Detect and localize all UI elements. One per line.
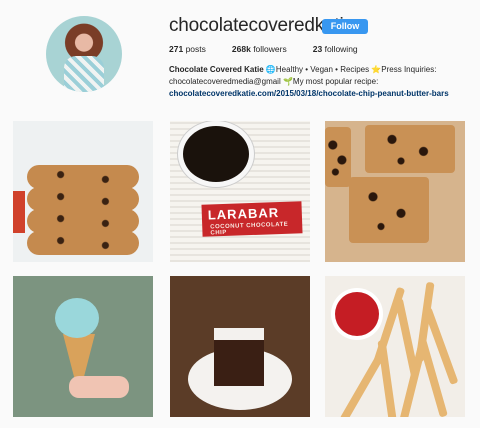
following-count: 23	[312, 44, 323, 54]
posts-stat: 271 posts	[169, 44, 206, 54]
posts-label: posts	[185, 44, 206, 54]
larabar-brand: LARABAR	[207, 205, 280, 223]
red-plate-shape	[13, 191, 25, 233]
avatar-dress-shape	[64, 56, 104, 92]
post-blondie-bars[interactable]	[325, 121, 465, 262]
cookie-shape	[27, 165, 139, 189]
post-fries-ketchup[interactable]	[325, 276, 465, 417]
followers-stat[interactable]: 268k followers	[232, 44, 287, 54]
post-cookie-stack[interactable]	[13, 121, 153, 262]
post-ice-cream[interactable]	[13, 276, 153, 417]
cookie-shape	[27, 187, 139, 211]
bio-line-1: Chocolate Covered Katie 🌐Healthy • Vegan…	[169, 64, 474, 76]
larabar-wrapper: LARABAR COCONUT CHOCOLATE CHIP	[201, 201, 303, 237]
following-stat[interactable]: 23 following	[313, 44, 358, 54]
bio-link[interactable]: chocolatecoveredkatie.com/2015/03/18/cho…	[169, 88, 474, 100]
bio-line-2: chocolatecoveredmedia@gmail 🌱My most pop…	[169, 77, 379, 86]
following-label: following	[324, 44, 358, 54]
scoop-shape	[55, 298, 99, 338]
blondie-bar-shape	[349, 177, 429, 243]
post-coffee-larabar[interactable]: LARABAR COCONUT CHOCOLATE CHIP	[170, 121, 310, 262]
fry-shape	[377, 339, 397, 417]
follow-button[interactable]: Follow	[322, 19, 368, 34]
blondie-bar-shape	[365, 125, 455, 173]
bio-name: Chocolate Covered Katie	[169, 65, 264, 74]
cookie-shape	[27, 209, 139, 233]
post-chocolate-cake[interactable]	[170, 276, 310, 417]
posts-grid: LARABAR COCONUT CHOCOLATE CHIP	[13, 121, 467, 417]
cake-slice-shape	[214, 328, 264, 386]
bio-tagline: 🌐Healthy • Vegan • Recipes ⭐Press Inquir…	[263, 65, 437, 74]
posts-count: 271	[169, 44, 184, 54]
blondie-bar-shape	[325, 127, 351, 187]
coffee-cup-shape	[178, 121, 254, 187]
profile-avatar[interactable]	[46, 16, 122, 92]
cookie-shape	[27, 231, 139, 255]
followers-count: 268k	[231, 44, 251, 54]
followers-label: followers	[253, 44, 287, 54]
ketchup-bowl-shape	[335, 292, 379, 336]
profile-bio: Chocolate Covered Katie 🌐Healthy • Vegan…	[169, 64, 474, 100]
profile-stats: 271 posts 268k followers 23 following	[169, 44, 358, 54]
hand-shape	[69, 376, 129, 398]
